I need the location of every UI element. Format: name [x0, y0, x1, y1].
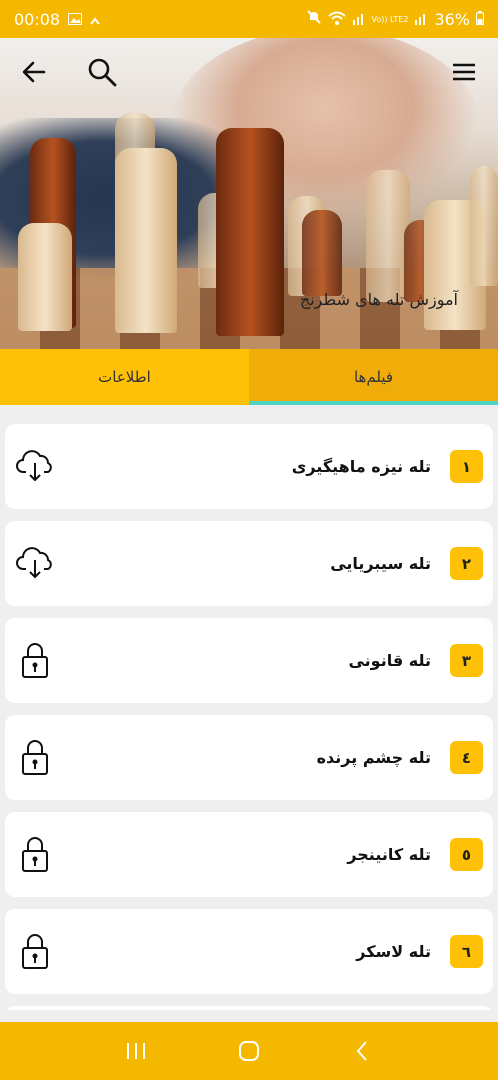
signal-icon-2: [414, 10, 428, 29]
gallery-notification-icon: [68, 10, 83, 29]
item-title: تله نیزه ماهیگیری: [291, 457, 431, 476]
download-cloud-icon[interactable]: [15, 444, 55, 488]
list-item[interactable]: ١ تله نیزه ماهیگیری: [5, 424, 493, 509]
search-icon[interactable]: [82, 52, 122, 92]
mute-icon: [306, 9, 322, 29]
tab-bar: اطلاعات فیلم‌ها: [0, 349, 498, 405]
item-number-badge: ٢: [450, 547, 483, 580]
item-number-badge: ١: [450, 450, 483, 483]
caret-notification-icon: [90, 10, 100, 29]
lock-icon: [15, 832, 55, 876]
network-label: Vo)) LTE2: [371, 14, 409, 24]
recent-apps-icon[interactable]: [116, 1031, 156, 1071]
list-item-partial[interactable]: [5, 1006, 493, 1010]
item-number-badge: ٣: [450, 644, 483, 677]
list-item[interactable]: ٥ تله کانینجر: [5, 812, 493, 897]
item-number-badge: ٥: [450, 838, 483, 871]
item-number-badge: ٦: [450, 935, 483, 968]
lock-icon: [15, 638, 55, 682]
back-arrow-icon[interactable]: [14, 52, 54, 92]
signal-icon: [352, 10, 366, 29]
list-item[interactable]: ٤ تله چشم پرنده: [5, 715, 493, 800]
video-list: ١ تله نیزه ماهیگیری ٢ تله سیبریایی ٣ تله…: [0, 405, 498, 1010]
menu-icon[interactable]: [444, 52, 484, 92]
wifi-icon: [327, 10, 346, 29]
hero-chess-image: آموزش تله های شطرنج: [0, 38, 498, 349]
list-item[interactable]: ٦ تله لاسکر: [5, 909, 493, 994]
list-item[interactable]: ٢ تله سیبریایی: [5, 521, 493, 606]
item-title: تله قانونی: [348, 651, 431, 670]
battery-icon: [476, 10, 484, 29]
lock-icon: [15, 735, 55, 779]
system-nav-bar: [0, 1022, 498, 1080]
chess-piece: [216, 128, 284, 336]
chess-piece: [302, 210, 342, 296]
battery-percent: 36%: [434, 9, 470, 29]
chess-piece: [115, 148, 177, 333]
list-item[interactable]: ٣ تله قانونی: [5, 618, 493, 703]
system-back-icon[interactable]: [342, 1031, 382, 1071]
item-title: تله چشم پرنده: [316, 748, 431, 767]
download-cloud-icon[interactable]: [15, 541, 55, 585]
item-title: تله لاسکر: [356, 942, 431, 961]
item-number-badge: ٤: [450, 741, 483, 774]
chess-piece: [18, 223, 72, 331]
item-title: تله کانینجر: [347, 845, 431, 864]
home-icon[interactable]: [229, 1031, 269, 1071]
page-title: آموزش تله های شطرنج: [299, 290, 458, 309]
lock-icon: [15, 929, 55, 973]
chess-piece: [470, 166, 498, 286]
item-title: تله سیبریایی: [330, 554, 431, 573]
status-bar: 00:08 Vo)) LTE2 36%: [0, 0, 498, 38]
tab-films-label: فیلم‌ها: [353, 368, 394, 386]
tab-info-label: اطلاعات: [98, 368, 151, 386]
tab-films[interactable]: فیلم‌ها: [249, 349, 498, 405]
tab-info[interactable]: اطلاعات: [0, 349, 249, 405]
status-time: 00:08: [14, 9, 61, 29]
